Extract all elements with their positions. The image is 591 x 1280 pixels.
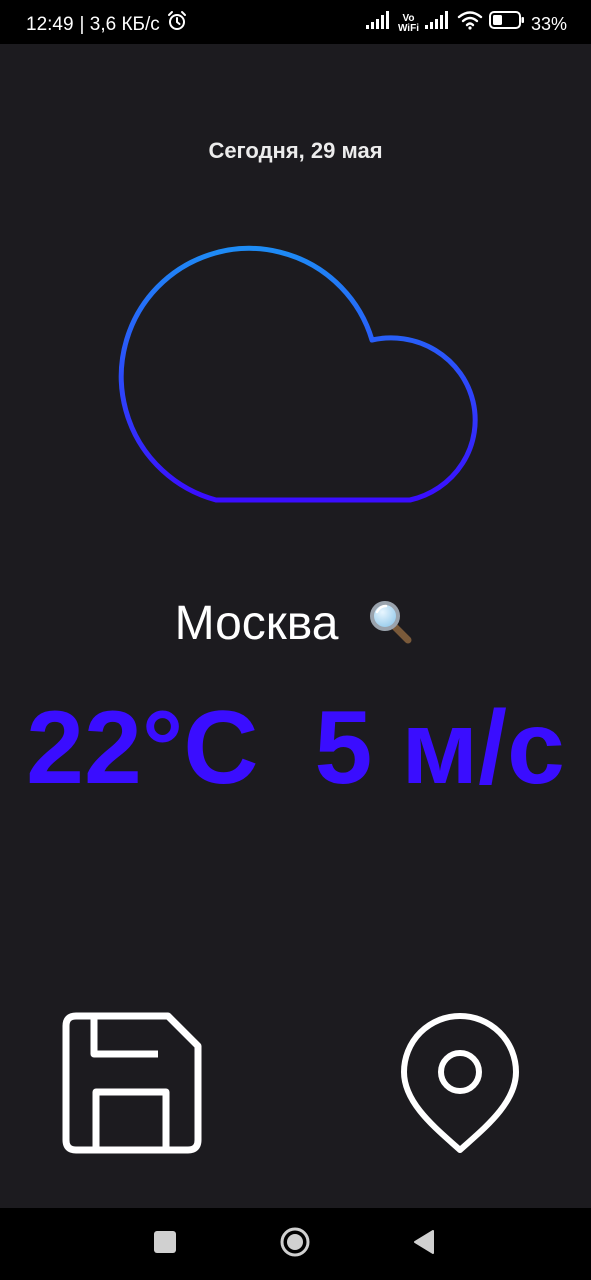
- status-right: Vo WiFi 33%: [365, 10, 567, 37]
- back-button[interactable]: [406, 1226, 442, 1262]
- save-icon: [60, 1012, 204, 1160]
- alarm-icon: [166, 10, 188, 39]
- vowifi-icon: Vo WiFi: [397, 12, 419, 34]
- location-button[interactable]: [398, 1012, 522, 1156]
- home-button[interactable]: [277, 1226, 313, 1262]
- save-button[interactable]: [60, 1012, 204, 1156]
- search-icon: [367, 598, 415, 651]
- date-label: Сегодня, 29 мая: [208, 138, 383, 163]
- nav-bar: [0, 1208, 591, 1280]
- temperature-value: 22°C: [26, 690, 259, 806]
- vowifi-top: Vo: [402, 12, 415, 24]
- recents-button[interactable]: [147, 1226, 183, 1262]
- weather-values: 22°C 5 м/с: [0, 690, 591, 806]
- battery-icon: [488, 11, 525, 36]
- battery-percent: 33%: [530, 13, 567, 34]
- status-time: 12:49: [26, 13, 74, 35]
- status-left: 12:49 | 3,6 КБ/с: [26, 10, 188, 39]
- cloud-icon: [110, 236, 482, 510]
- network-speed: | 3,6 КБ/с: [79, 13, 160, 35]
- vowifi-bottom: WiFi: [397, 22, 419, 34]
- location-pin-icon: [398, 1013, 522, 1160]
- back-triangle-icon: [411, 1229, 437, 1260]
- city-row: Москва: [0, 594, 591, 654]
- signal-icon: [365, 11, 392, 36]
- home-circle-icon: [279, 1226, 311, 1263]
- signal-icon: [424, 11, 451, 36]
- wifi-icon: [457, 10, 483, 37]
- square-icon: [153, 1230, 177, 1259]
- city-name: Москва: [174, 597, 339, 650]
- search-button[interactable]: [366, 599, 416, 649]
- status-bar: 12:49 | 3,6 КБ/с Vo WiFi 33%: [0, 0, 591, 44]
- wind-value: 5 м/с: [314, 690, 565, 806]
